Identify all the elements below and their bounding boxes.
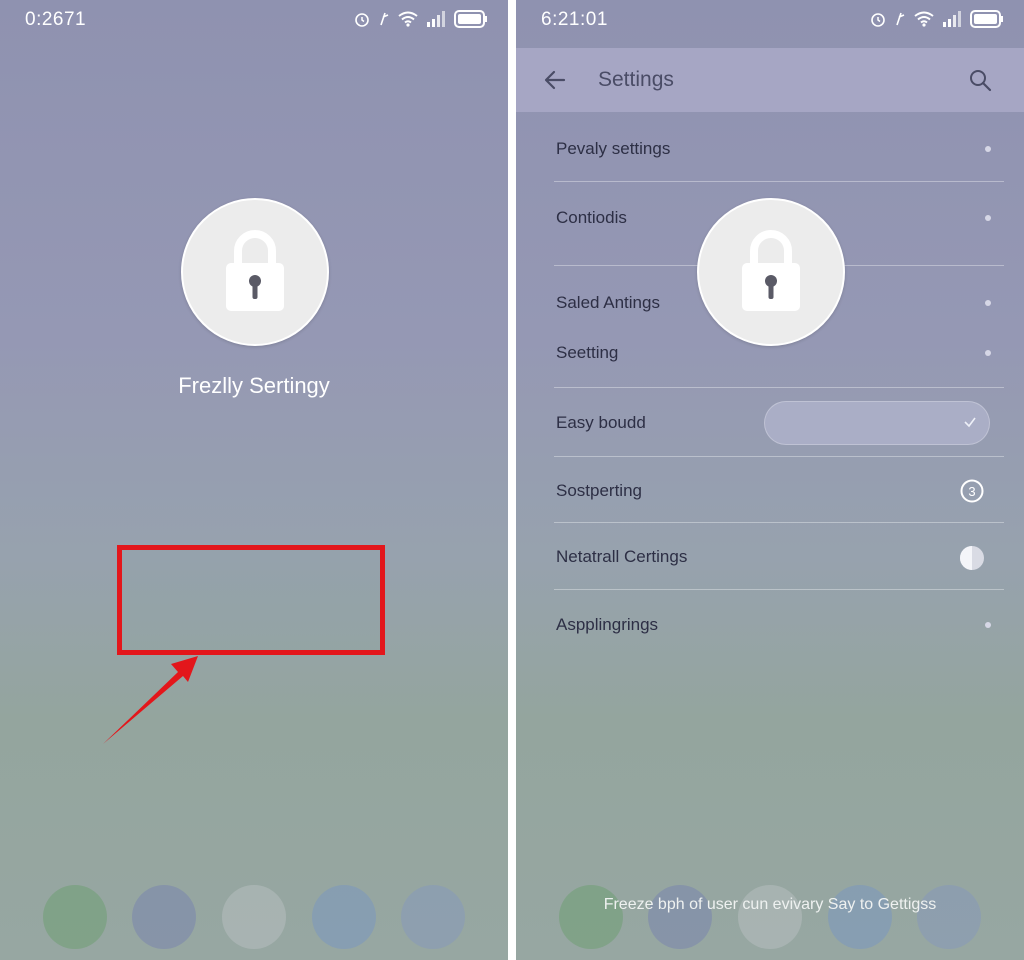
lock-icon xyxy=(736,225,806,320)
dock xyxy=(30,882,478,952)
contacts-icon[interactable] xyxy=(917,885,982,949)
network-icon xyxy=(894,11,906,27)
more-dot-icon xyxy=(985,622,991,628)
more-dot-icon xyxy=(985,215,991,221)
settings-item-label: Easy boudd xyxy=(556,413,646,432)
settings-item-sostperting[interactable]: Sostperting xyxy=(556,481,1004,503)
alarm-icon xyxy=(870,11,886,27)
divider xyxy=(554,181,1004,182)
check-icon xyxy=(962,414,978,435)
lock-badge xyxy=(697,198,845,346)
settings-screen: 6:21:01 Settings Pevaly settings Contiod… xyxy=(516,0,1024,960)
messages-icon[interactable] xyxy=(648,885,713,949)
browser-icon[interactable] xyxy=(311,885,376,949)
divider xyxy=(554,387,1004,388)
contacts-icon[interactable] xyxy=(401,885,466,949)
signal-icon xyxy=(942,11,962,27)
more-dot-icon xyxy=(985,350,991,356)
info-icon[interactable]: 3 xyxy=(960,479,984,508)
settings-item-netatrall-certings[interactable]: Netatrall Certings xyxy=(556,547,1004,569)
status-bar: 6:21:01 xyxy=(516,0,1024,40)
settings-item-label: Sostperting xyxy=(556,481,642,500)
footer-caption: Freeze bph of user cun evivary Say to Ge… xyxy=(603,896,937,913)
settings-item-label: Seetting xyxy=(556,343,619,362)
divider xyxy=(554,589,1004,590)
lock-screen: 0:2671 Frezlly Sertingy xyxy=(0,0,508,960)
easy-boudd-toggle[interactable] xyxy=(764,401,990,445)
settings-item-label: Pevaly settings xyxy=(556,139,671,158)
divider xyxy=(554,456,1004,457)
more-dot-icon xyxy=(985,146,991,152)
page-title: Settings xyxy=(598,68,674,91)
svg-text:3: 3 xyxy=(968,484,975,499)
settings-item-seetting[interactable]: Seetting xyxy=(556,343,1004,365)
browser-icon[interactable] xyxy=(827,885,892,949)
settings-item-label: Saled Antings xyxy=(556,293,660,312)
phone-icon[interactable] xyxy=(42,885,107,949)
camera-icon[interactable] xyxy=(221,885,286,949)
phone-icon[interactable] xyxy=(558,885,623,949)
wifi-icon xyxy=(914,11,934,27)
messages-icon[interactable] xyxy=(132,885,197,949)
settings-item-aspplingrings[interactable]: Aspplingrings xyxy=(556,615,1004,637)
settings-item-label: Netatrall Certings xyxy=(556,547,688,566)
search-icon[interactable] xyxy=(968,68,992,97)
divider xyxy=(554,522,1004,523)
settings-item-label: Aspplingrings xyxy=(556,615,659,634)
pointer-arrow-icon xyxy=(103,656,198,744)
status-time: 6:21:01 xyxy=(541,9,608,30)
back-arrow-icon[interactable] xyxy=(542,67,568,98)
battery-icon xyxy=(970,10,1004,28)
camera-icon[interactable] xyxy=(737,885,802,949)
app-bar: Settings xyxy=(516,48,1024,112)
toggle-icon[interactable] xyxy=(959,545,985,576)
more-dot-icon xyxy=(985,300,991,306)
settings-item-label: Contiodis xyxy=(556,208,627,227)
settings-item-pevaly[interactable]: Pevaly settings xyxy=(556,139,1004,161)
dock xyxy=(546,882,994,952)
